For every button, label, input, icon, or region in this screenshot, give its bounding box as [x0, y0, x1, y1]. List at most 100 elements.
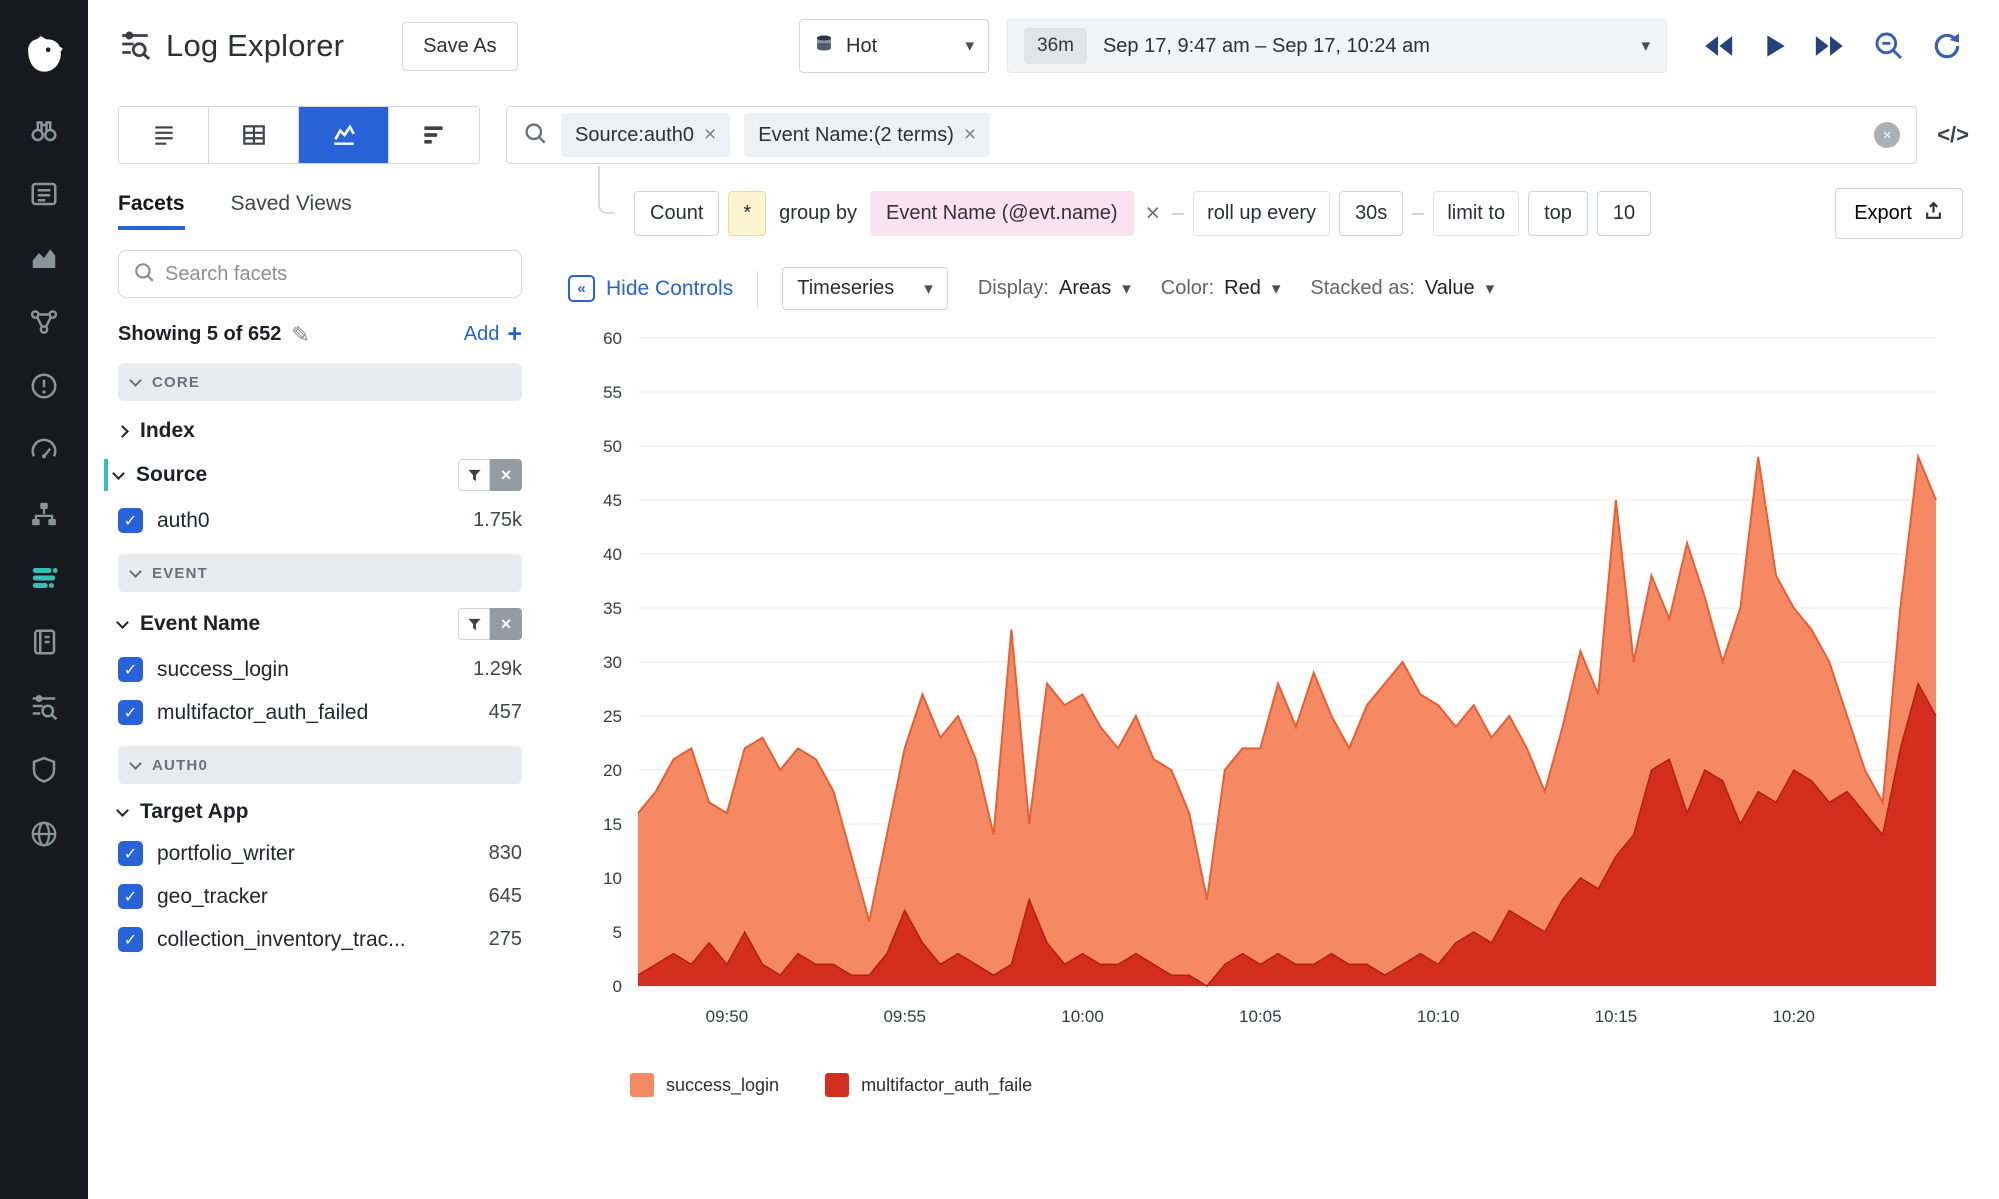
facet-value-label[interactable]: multifactor_auth_failed — [157, 701, 368, 725]
checkbox-checked[interactable]: ✓ — [118, 841, 143, 866]
monitors-icon[interactable] — [27, 369, 61, 403]
timeseries-chart[interactable]: 05101520253035404550556009:5009:5510:001… — [568, 322, 1948, 1064]
remove-group-by-icon[interactable]: × — [1143, 199, 1164, 228]
chip-remove-icon[interactable]: × — [704, 123, 716, 147]
datadog-logo-icon[interactable] — [18, 31, 70, 83]
facet-group-label: Index — [140, 419, 195, 443]
display-select[interactable]: Areas ▾ — [1059, 277, 1131, 300]
facet-value-portfolio-writer: ✓ portfolio_writer 830 — [118, 832, 522, 875]
facet-value-label[interactable]: collection_inventory_trac... — [157, 928, 406, 952]
facet-section-auth0[interactable]: AUTH0 — [118, 746, 522, 784]
facet-section-event[interactable]: EVENT — [118, 554, 522, 592]
checkbox-checked[interactable]: ✓ — [118, 700, 143, 725]
security-shield-icon[interactable] — [27, 753, 61, 787]
color-select[interactable]: Red ▾ — [1224, 277, 1280, 300]
search-icon — [133, 261, 155, 288]
remove-facet-filter-button[interactable]: × — [490, 459, 522, 491]
clear-search-icon[interactable]: × — [1874, 122, 1900, 148]
remove-facet-filter-button[interactable]: × — [490, 608, 522, 640]
rollup-value-select[interactable]: 30s — [1339, 191, 1403, 236]
filter-funnel-button[interactable] — [458, 459, 490, 491]
checkbox-checked[interactable]: ✓ — [118, 927, 143, 952]
service-map-icon[interactable] — [27, 305, 61, 339]
code-view-icon[interactable]: </> — [1937, 122, 1969, 148]
rewind-button[interactable] — [1695, 23, 1741, 69]
facet-value-count: 645 — [489, 885, 522, 908]
log-search-input[interactable] — [1004, 124, 1860, 147]
facet-group-event-name[interactable]: Event Name × — [118, 608, 522, 640]
facet-group-actions: × — [458, 608, 522, 640]
facet-value-label[interactable]: geo_tracker — [157, 885, 268, 909]
play-button[interactable] — [1751, 23, 1797, 69]
processes-icon[interactable] — [27, 497, 61, 531]
legend-item-success-login[interactable]: success_login — [630, 1073, 779, 1097]
save-as-button[interactable]: Save As — [402, 22, 517, 71]
storage-tier-select[interactable]: Hot ▾ — [799, 19, 989, 73]
facet-value-collection-inventory: ✓ collection_inventory_trac... 275 — [118, 918, 522, 961]
view-toggle-table[interactable] — [209, 107, 299, 163]
chip-remove-icon[interactable]: × — [964, 123, 976, 147]
dashboards-gauge-icon[interactable] — [27, 433, 61, 467]
facet-search-input[interactable] — [165, 263, 507, 286]
svg-text:10:20: 10:20 — [1772, 1007, 1815, 1026]
facet-group-target-app[interactable]: Target App — [118, 800, 522, 824]
limit-mode-select[interactable]: top — [1528, 191, 1588, 236]
stacked-select[interactable]: Value ▾ — [1425, 277, 1494, 300]
add-facet-button[interactable]: Add + — [464, 320, 522, 349]
time-range-picker[interactable]: 36m Sep 17, 9:47 am – Sep 17, 10:24 am ▾ — [1007, 19, 1667, 73]
facet-value-label[interactable]: portfolio_writer — [157, 842, 295, 866]
view-toggle-timeseries[interactable] — [299, 107, 389, 163]
filter-funnel-button[interactable] — [458, 608, 490, 640]
legend-swatch — [825, 1073, 849, 1097]
header: Log Explorer Save As Hot ▾ 36m Sep 17, 9… — [88, 0, 1999, 92]
view-toggle-toplist[interactable] — [389, 107, 479, 163]
facet-group-source[interactable]: Source × — [104, 459, 522, 491]
svg-text:55: 55 — [603, 383, 622, 402]
checkbox-checked[interactable]: ✓ — [118, 884, 143, 909]
metrics-icon[interactable] — [27, 241, 61, 275]
edit-pencil-icon[interactable]: ✎ — [291, 322, 309, 348]
export-button[interactable]: Export — [1835, 188, 1963, 239]
refresh-button[interactable] — [1925, 24, 1969, 68]
connector-dash — [1412, 213, 1424, 215]
svg-text:50: 50 — [603, 437, 622, 456]
facet-search[interactable] — [118, 250, 522, 298]
synthetics-globe-icon[interactable] — [27, 817, 61, 851]
view-toggle-group — [118, 106, 480, 164]
facet-value-label[interactable]: auth0 — [157, 509, 210, 533]
checkbox-checked[interactable]: ✓ — [118, 508, 143, 533]
zoom-out-button[interactable] — [1867, 24, 1911, 68]
view-toggle-list[interactable] — [119, 107, 209, 163]
viz-type-select[interactable]: Timeseries ▾ — [782, 267, 948, 310]
tab-facets[interactable]: Facets — [118, 192, 185, 230]
chevron-down-icon: ▾ — [1272, 279, 1281, 299]
binoculars-icon[interactable] — [27, 113, 61, 147]
measure-param[interactable]: * — [728, 191, 766, 236]
group-by-chip[interactable]: Event Name (@evt.name) — [870, 191, 1134, 236]
log-explorer-product-icon — [118, 27, 152, 66]
facet-value-count: 457 — [489, 701, 522, 724]
facet-group-index[interactable]: Index — [118, 419, 522, 443]
event-list-icon[interactable] — [27, 177, 61, 211]
notebooks-icon[interactable] — [27, 625, 61, 659]
tab-saved-views[interactable]: Saved Views — [231, 192, 352, 230]
facet-value-label[interactable]: success_login — [157, 658, 289, 682]
fast-forward-button[interactable] — [1807, 23, 1853, 69]
log-search-bar[interactable]: Source:auth0 × Event Name:(2 terms) × × — [506, 106, 1917, 164]
chevron-down-icon: ▾ — [1486, 279, 1495, 299]
log-explorer-nav-icon[interactable] — [27, 689, 61, 723]
filter-chip-source[interactable]: Source:auth0 × — [561, 113, 730, 157]
logs-icon-active[interactable] — [27, 561, 61, 595]
chevron-down-icon — [116, 616, 129, 629]
facet-panel: Facets Saved Views Showing 5 of 652 ✎ Ad… — [88, 178, 550, 1199]
facet-section-core[interactable]: CORE — [118, 363, 522, 401]
chevron-down-icon — [116, 804, 129, 817]
measure-select[interactable]: Count — [634, 191, 719, 236]
product-sidebar — [0, 0, 88, 1199]
legend-item-multifactor[interactable]: multifactor_auth_faile — [825, 1073, 1032, 1097]
checkbox-checked[interactable]: ✓ — [118, 657, 143, 682]
limit-value-select[interactable]: 10 — [1597, 191, 1651, 236]
hide-controls-link[interactable]: « Hide Controls — [568, 275, 733, 302]
collapse-panel-icon: « — [568, 275, 595, 302]
filter-chip-event-name[interactable]: Event Name:(2 terms) × — [744, 113, 990, 157]
